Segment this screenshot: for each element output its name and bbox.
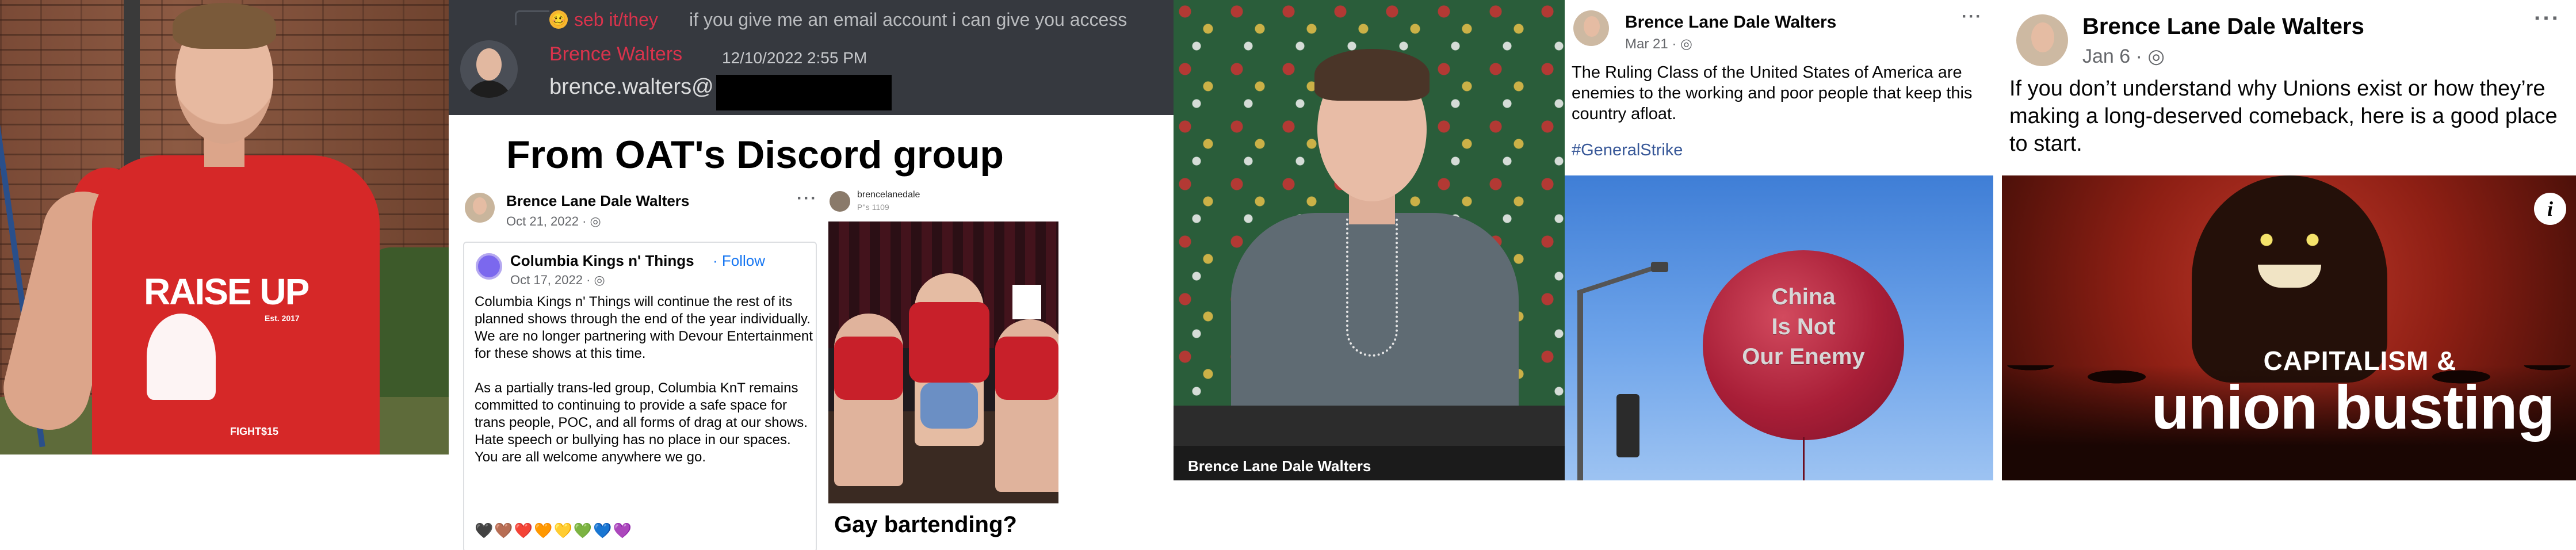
balloon-text: China Is Not Our Enemy <box>1742 284 1865 369</box>
shirt-slogan: RAISE UP <box>144 271 309 312</box>
balloon-string <box>1803 437 1805 480</box>
globe-icon: ◎ <box>594 273 605 287</box>
shared-page-name[interactable]: Columbia Kings n' Things <box>510 252 694 270</box>
avatar[interactable] <box>1573 10 1609 46</box>
reply-text[interactable]: if you give me an email account i can gi… <box>689 9 1127 30</box>
fb-post-union: Brence Lane Dale Walters Jan 6 · ◎ ··· I… <box>1993 0 2576 480</box>
globe-icon: ◎ <box>1680 36 1692 52</box>
info-icon[interactable]: i <box>2534 193 2566 225</box>
post-body: If you don’t understand why Unions exist… <box>2009 77 2558 156</box>
reply-connector <box>515 10 549 25</box>
more-options-icon[interactable]: ··· <box>2534 6 2560 32</box>
ig-caption: Gay bartending? <box>834 512 1017 537</box>
bead-necklace <box>1346 219 1398 357</box>
redaction-box <box>1012 285 1041 319</box>
page-avatar[interactable] <box>476 253 502 280</box>
oat-discord-section: From OAT's Discord group Brence Lane Dal… <box>449 115 1174 550</box>
hashtag-link[interactable]: #GeneralStrike <box>1572 141 1683 160</box>
discord-message: 🥴 seb it/they if you give me an email ac… <box>449 0 1174 115</box>
raise-up-photo: RAISE UP Est. 2017 FIGHT$15 <box>0 0 449 454</box>
bartender-shirt <box>909 302 989 383</box>
fb-post-balloon: Brence Lane Dale Walters Mar 21 · ◎ ··· … <box>1565 0 1993 480</box>
post-meta: Oct 21, 2022 · ◎ <box>506 214 601 228</box>
shared-meta: Oct 17, 2022 · ◎ <box>510 273 605 287</box>
balloon-photo[interactable]: China Is Not Our Enemy <box>1565 175 1993 480</box>
shirt-small-text: FIGHT$15 <box>230 426 279 437</box>
lamp-arm <box>1576 263 1660 295</box>
post-author[interactable]: Brence Lane Dale Walters <box>2082 14 2364 40</box>
post-meta: Mar 21 · ◎ <box>1625 36 1692 52</box>
discord-author[interactable]: Brence Walters <box>549 43 682 66</box>
hair <box>173 3 276 49</box>
fist-graphic-icon <box>147 314 216 400</box>
heart-emojis: 🖤🤎❤️🧡💛💚💙💜 <box>475 522 633 539</box>
section-heading: From OAT's Discord group <box>506 133 1004 177</box>
street-lamp <box>1577 291 1583 480</box>
shared-body: Columbia Kings n' Things will continue t… <box>475 294 813 465</box>
shared-post[interactable]: Columbia Kings n' Things · Follow Oct 17… <box>463 242 817 550</box>
redaction-bar <box>716 75 892 110</box>
image-caption-large: union busting <box>2151 372 2555 442</box>
follow-link[interactable]: · Follow <box>713 252 765 270</box>
more-options-icon[interactable]: ··· <box>797 189 817 208</box>
post-meta: Jan 6 · ◎ <box>2082 45 2165 67</box>
post-author[interactable]: Brence Lane Dale Walters <box>1625 13 1836 32</box>
avatar[interactable] <box>465 193 495 223</box>
video-caption: Brence Lane Dale Walters <box>1188 457 1371 475</box>
post-author[interactable]: Brence Lane Dale Walters <box>506 192 689 210</box>
lamp-head <box>1651 262 1668 272</box>
bartender-shorts <box>920 383 978 429</box>
traffic-light <box>1616 394 1639 457</box>
hair <box>1314 49 1430 101</box>
globe-icon: ◎ <box>590 214 601 228</box>
bartending-photo <box>828 221 1058 503</box>
bartender-shirt <box>834 337 903 400</box>
shirt-est: Est. 2017 <box>265 314 300 323</box>
ig-username[interactable]: brencelanedale <box>857 190 920 200</box>
reply-avatar-emoji: 🥴 <box>549 10 568 29</box>
globe-icon: ◎ <box>2147 45 2165 67</box>
discord-timestamp: 12/10/2022 2:55 PM <box>722 49 867 67</box>
ig-meta: P''s 1109 <box>857 203 889 212</box>
discord-avatar[interactable] <box>460 40 518 98</box>
reply-author[interactable]: seb it/they <box>574 9 658 30</box>
glowing-eyes <box>2244 233 2336 247</box>
avatar[interactable] <box>2016 14 2068 66</box>
more-options-icon[interactable]: ··· <box>1962 7 1982 26</box>
discord-message-text: brence.walters@ <box>549 75 714 99</box>
video-still: Brence Lane Dale Walters <box>1174 0 1565 480</box>
bartender-shirt <box>995 337 1058 400</box>
post-body: The Ruling Class of the United States of… <box>1572 63 1973 123</box>
ig-avatar[interactable] <box>830 191 850 212</box>
